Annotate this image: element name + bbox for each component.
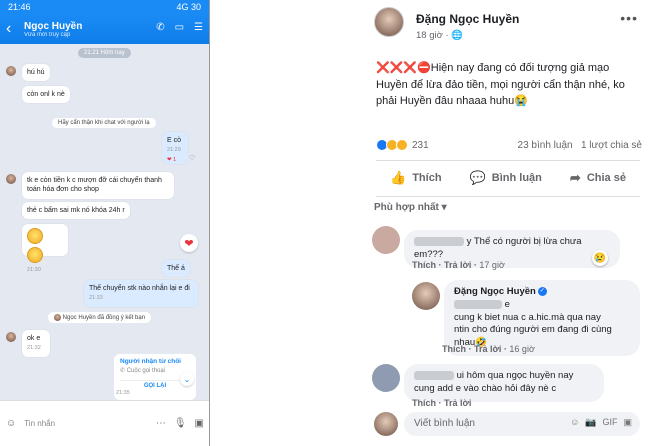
share-button[interactable]: ➦ Chia sẻ	[570, 170, 626, 186]
call-status: Người nhận từ chối	[120, 358, 181, 365]
camera-icon[interactable]: 📷	[585, 417, 596, 428]
post-text: ❌❌❌⛔Hiện nay đang có đối tượng giả mạo H…	[376, 62, 625, 107]
comment-reply-link[interactable]: Trả lời	[444, 260, 471, 270]
commenter-avatar[interactable]	[372, 226, 400, 254]
video-icon[interactable]: ▭	[175, 22, 184, 33]
contact-avatar	[6, 174, 16, 184]
share-icon: ➦	[569, 170, 581, 185]
image-icon[interactable]: ▣	[195, 418, 204, 429]
call-type: ✆ Cuộc gọi thoại	[120, 368, 166, 374]
sticker-message[interactable]: 21:30	[22, 224, 68, 273]
scroll-down-icon[interactable]: ⌄	[180, 372, 194, 386]
reaction-count[interactable]: 231	[412, 140, 429, 151]
contact-name: Ngọc Huyền	[24, 20, 83, 32]
shares-count: 1 lượt chia sẻ	[580, 139, 642, 151]
post-stats: 231 23 bình luận 1 lượt chia sẻ	[376, 136, 642, 154]
post-header: Đặng Ngọc Huyền 18 giờ · 🌐 •••	[364, 0, 650, 44]
message-list: 21:21 Hôm nay hú hú còn onl k nè Hãy cẩn…	[0, 44, 209, 400]
commenter-avatar[interactable]	[372, 364, 400, 392]
redacted-name	[414, 236, 464, 246]
like-button[interactable]: 👍 Thích	[390, 170, 442, 186]
comment-meta: Thích · Trả lời · 17 giờ	[412, 260, 505, 270]
contact-status: Vừa mới truy cập	[24, 31, 71, 38]
more-icon[interactable]: ⋯	[156, 418, 166, 429]
comment-like-link[interactable]: Thích	[412, 260, 436, 270]
message-bubble[interactable]: còn onl k nè	[22, 86, 70, 104]
message-bubble-own[interactable]: Thế á	[162, 260, 190, 278]
comment-sort-dropdown[interactable]: Phù hợp nhất ▾	[374, 202, 447, 213]
message-bubble-own[interactable]: E cò 21:29 ❤ 1	[162, 132, 188, 164]
message-bubble[interactable]: ok e 21:32	[22, 330, 50, 357]
divider	[376, 160, 640, 161]
system-notice: Hãy cẩn thận khi chat với người lạ	[52, 118, 156, 128]
comment-button[interactable]: 💬 Bình luận	[470, 170, 542, 186]
status-time: 21:46	[8, 2, 31, 12]
user-avatar	[374, 412, 398, 436]
menu-icon[interactable]: ☰	[194, 22, 203, 33]
zalo-chat-screenshot: 21:46 4G 30 ‹ Ngọc Huyền Vừa mới truy cậ…	[0, 0, 210, 446]
message-bubble-own[interactable]: Thế chuyển stk nào nhắn lại e đi 21:33	[84, 280, 198, 307]
emoji-icon[interactable]: ☺	[6, 418, 16, 429]
gif-icon[interactable]: GIF	[602, 417, 617, 428]
thumbs-up-icon: 👍	[390, 170, 407, 185]
sad-reaction-badge[interactable]: 😢	[592, 250, 608, 266]
sticker-icon[interactable]: ▣	[623, 417, 632, 428]
crying-emoji-icon	[27, 247, 43, 264]
comment-bubble: ui hôm qua ngọc huyền nay cung add e vào…	[404, 364, 604, 402]
mic-icon[interactable]: 🎙	[174, 418, 187, 429]
status-bar: 21:46 4G 30	[0, 0, 209, 14]
message-input[interactable]: Tin nhắn	[24, 419, 156, 428]
comment-reply-link[interactable]: Trả lời	[444, 398, 471, 408]
crying-emoji-icon	[27, 228, 43, 244]
emoji-icon[interactable]: ☺	[570, 417, 579, 428]
phone-icon: ✆	[120, 368, 126, 374]
author-name[interactable]: Đặng Ngọc Huyền	[416, 12, 519, 26]
write-comment-row: Viết bình luận ☺ 📷 GIF ▣	[374, 410, 640, 438]
globe-icon: 🌐	[451, 30, 464, 41]
contact-avatar	[6, 332, 16, 342]
more-options-icon[interactable]: •••	[620, 10, 638, 26]
verified-badge-icon: ✓	[537, 286, 547, 296]
post-actions: 👍 Thích 💬 Bình luận ➦ Chia sẻ	[376, 165, 640, 191]
status-signal: 4G 30	[176, 2, 201, 12]
time-divider: 21:21 Hôm nay	[78, 48, 131, 58]
back-arrow-icon[interactable]: ‹	[6, 20, 20, 38]
chat-input-bar: ☺ Tin nhắn ⋯ 🎙 ▣	[0, 400, 209, 446]
comment-reply-link[interactable]: Trả lời	[474, 344, 501, 354]
comment-icon: 💬	[469, 170, 486, 185]
author-avatar[interactable]	[374, 7, 404, 37]
like-icon[interactable]: ♡	[189, 154, 195, 162]
caret-down-icon: ▾	[441, 202, 447, 213]
heart-reaction-count: ❤ 1	[167, 156, 177, 163]
redacted-name	[454, 299, 502, 309]
chat-header: ‹ Ngọc Huyền Vừa mới truy cập ✆ ▭ ☰	[0, 14, 209, 44]
comments-count: 23 bình luận	[517, 139, 573, 151]
phone-icon[interactable]: ✆	[156, 22, 164, 33]
comment-meta: Thích · Trả lời · 16 giờ	[442, 344, 535, 354]
author-avatar[interactable]	[412, 282, 440, 310]
comment-meta: Thích · Trả lời	[412, 398, 472, 408]
redacted-name	[414, 370, 454, 380]
call-time: 21:35	[116, 390, 130, 396]
facebook-post: Đặng Ngọc Huyền 18 giờ · 🌐 ••• ❌❌❌⛔Hiện …	[364, 0, 650, 446]
contact-avatar	[6, 66, 16, 76]
message-bubble[interactable]: thẻ c bấm sai mk nó khóa 24h r	[22, 202, 130, 220]
comment-like-link[interactable]: Thích	[412, 398, 436, 408]
post-time[interactable]: 18 giờ · 🌐	[416, 30, 463, 41]
comment-like-link[interactable]: Thích	[442, 344, 466, 354]
divider	[376, 196, 640, 197]
message-bubble[interactable]: tk e còn tiền k c mượn đỡ cái chuyển tha…	[22, 172, 174, 199]
message-bubble[interactable]: hú hú	[22, 64, 50, 82]
haha-reaction-icon	[396, 139, 408, 151]
friend-accepted-notice: Ngọc Huyền đã đồng ý kết bạn	[48, 312, 152, 324]
heart-react-button[interactable]: ❤	[180, 234, 198, 252]
